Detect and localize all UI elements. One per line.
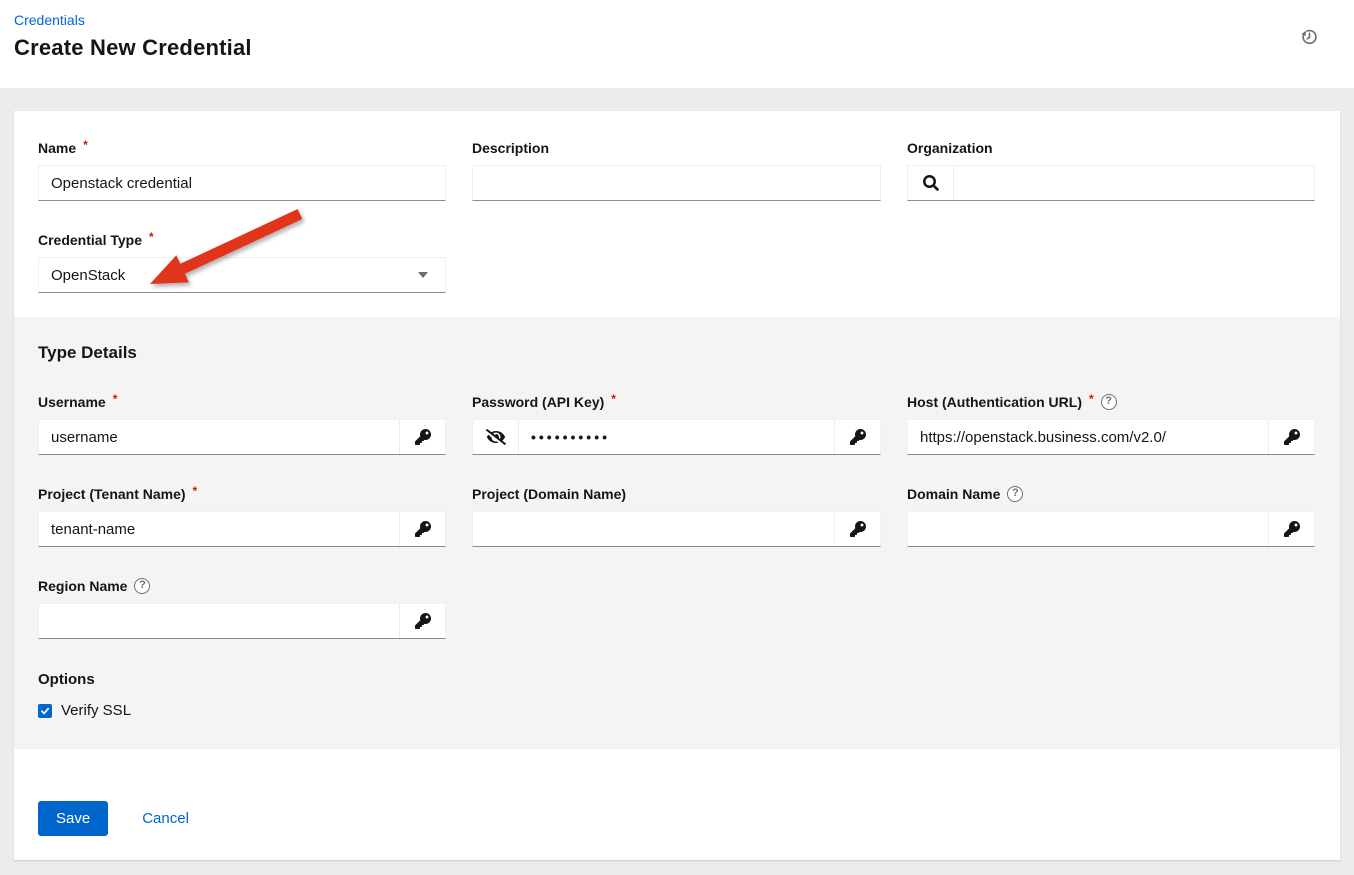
name-input[interactable] <box>39 166 445 200</box>
organization-label: Organization <box>907 139 1315 156</box>
help-icon[interactable]: ? <box>1101 394 1117 410</box>
key-icon <box>850 521 866 537</box>
options-heading: Options <box>38 671 1316 688</box>
region-name-label: Region Name ? <box>38 577 446 594</box>
key-icon <box>1284 521 1300 537</box>
required-asterisk: * <box>1089 393 1094 406</box>
eye-slash-icon <box>486 429 506 445</box>
key-icon <box>1284 429 1300 445</box>
host-field: Host (Authentication URL) * ? <box>907 393 1315 455</box>
search-icon <box>923 175 939 191</box>
required-asterisk: * <box>113 393 118 406</box>
password-visibility-toggle[interactable] <box>473 420 519 454</box>
name-label: Name * <box>38 139 446 156</box>
description-input[interactable] <box>473 166 880 200</box>
credential-type-field: Credential Type * OpenStack <box>38 231 1316 293</box>
caret-down-icon <box>418 272 428 278</box>
history-icon <box>1299 26 1320 47</box>
form-actions: Save Cancel <box>14 749 1340 860</box>
password-key-button[interactable] <box>834 420 880 454</box>
password-label: Password (API Key) * <box>472 393 881 410</box>
password-input[interactable] <box>519 420 834 454</box>
credential-type-label: Credential Type * <box>38 231 1316 248</box>
username-label: Username * <box>38 393 446 410</box>
project-domain-field: Project (Domain Name) <box>472 485 881 547</box>
project-domain-label: Project (Domain Name) <box>472 485 881 502</box>
project-tenant-label: Project (Tenant Name) * <box>38 485 446 502</box>
key-icon <box>415 429 431 445</box>
username-key-button[interactable] <box>399 420 445 454</box>
verify-ssl-checkbox[interactable] <box>38 704 52 718</box>
page-header: Credentials Create New Credential <box>0 0 1354 88</box>
key-icon <box>850 429 866 445</box>
domain-name-key-button[interactable] <box>1268 512 1314 546</box>
credential-type-select[interactable]: OpenStack <box>38 257 446 293</box>
check-icon <box>40 706 50 716</box>
required-asterisk: * <box>83 139 88 152</box>
required-asterisk: * <box>611 393 616 406</box>
type-details-section: Type Details Username * <box>14 317 1340 749</box>
save-button[interactable]: Save <box>38 801 108 836</box>
domain-name-label: Domain Name ? <box>907 485 1315 502</box>
help-icon[interactable]: ? <box>1007 486 1023 502</box>
description-label: Description <box>472 139 881 156</box>
required-asterisk: * <box>193 485 198 498</box>
options-group: Options Verify SSL <box>38 671 1316 719</box>
cancel-button[interactable]: Cancel <box>142 810 189 827</box>
domain-name-input[interactable] <box>908 512 1268 546</box>
name-field: Name * <box>38 139 446 201</box>
project-tenant-field: Project (Tenant Name) * <box>38 485 446 547</box>
username-input[interactable] <box>39 420 399 454</box>
credential-form-card: Name * Description Organization <box>14 111 1340 860</box>
required-asterisk: * <box>149 231 154 244</box>
region-name-input[interactable] <box>39 604 399 638</box>
password-field: Password (API Key) * <box>472 393 881 455</box>
key-icon <box>415 613 431 629</box>
region-name-key-button[interactable] <box>399 604 445 638</box>
verify-ssl-label: Verify SSL <box>61 702 131 719</box>
host-input[interactable] <box>908 420 1268 454</box>
username-field: Username * <box>38 393 446 455</box>
description-field: Description <box>472 139 881 201</box>
card-top-section: Name * Description Organization <box>14 111 1340 317</box>
type-details-heading: Type Details <box>38 343 1316 363</box>
host-key-button[interactable] <box>1268 420 1314 454</box>
organization-input[interactable] <box>954 166 1314 200</box>
help-icon[interactable]: ? <box>134 578 150 594</box>
key-icon <box>415 521 431 537</box>
project-tenant-input[interactable] <box>39 512 399 546</box>
organization-field: Organization <box>907 139 1315 201</box>
organization-search-button[interactable] <box>908 166 954 200</box>
page-title: Create New Credential <box>14 35 1340 61</box>
breadcrumb-credentials-link[interactable]: Credentials <box>14 12 85 28</box>
verify-ssl-row: Verify SSL <box>38 702 1316 719</box>
region-name-field: Region Name ? <box>38 577 446 639</box>
credential-type-selected-value: OpenStack <box>51 267 125 284</box>
project-domain-input[interactable] <box>473 512 834 546</box>
project-tenant-key-button[interactable] <box>399 512 445 546</box>
domain-name-field: Domain Name ? <box>907 485 1315 547</box>
host-label: Host (Authentication URL) * ? <box>907 393 1315 410</box>
history-button[interactable] <box>1297 24 1322 52</box>
project-domain-key-button[interactable] <box>834 512 880 546</box>
